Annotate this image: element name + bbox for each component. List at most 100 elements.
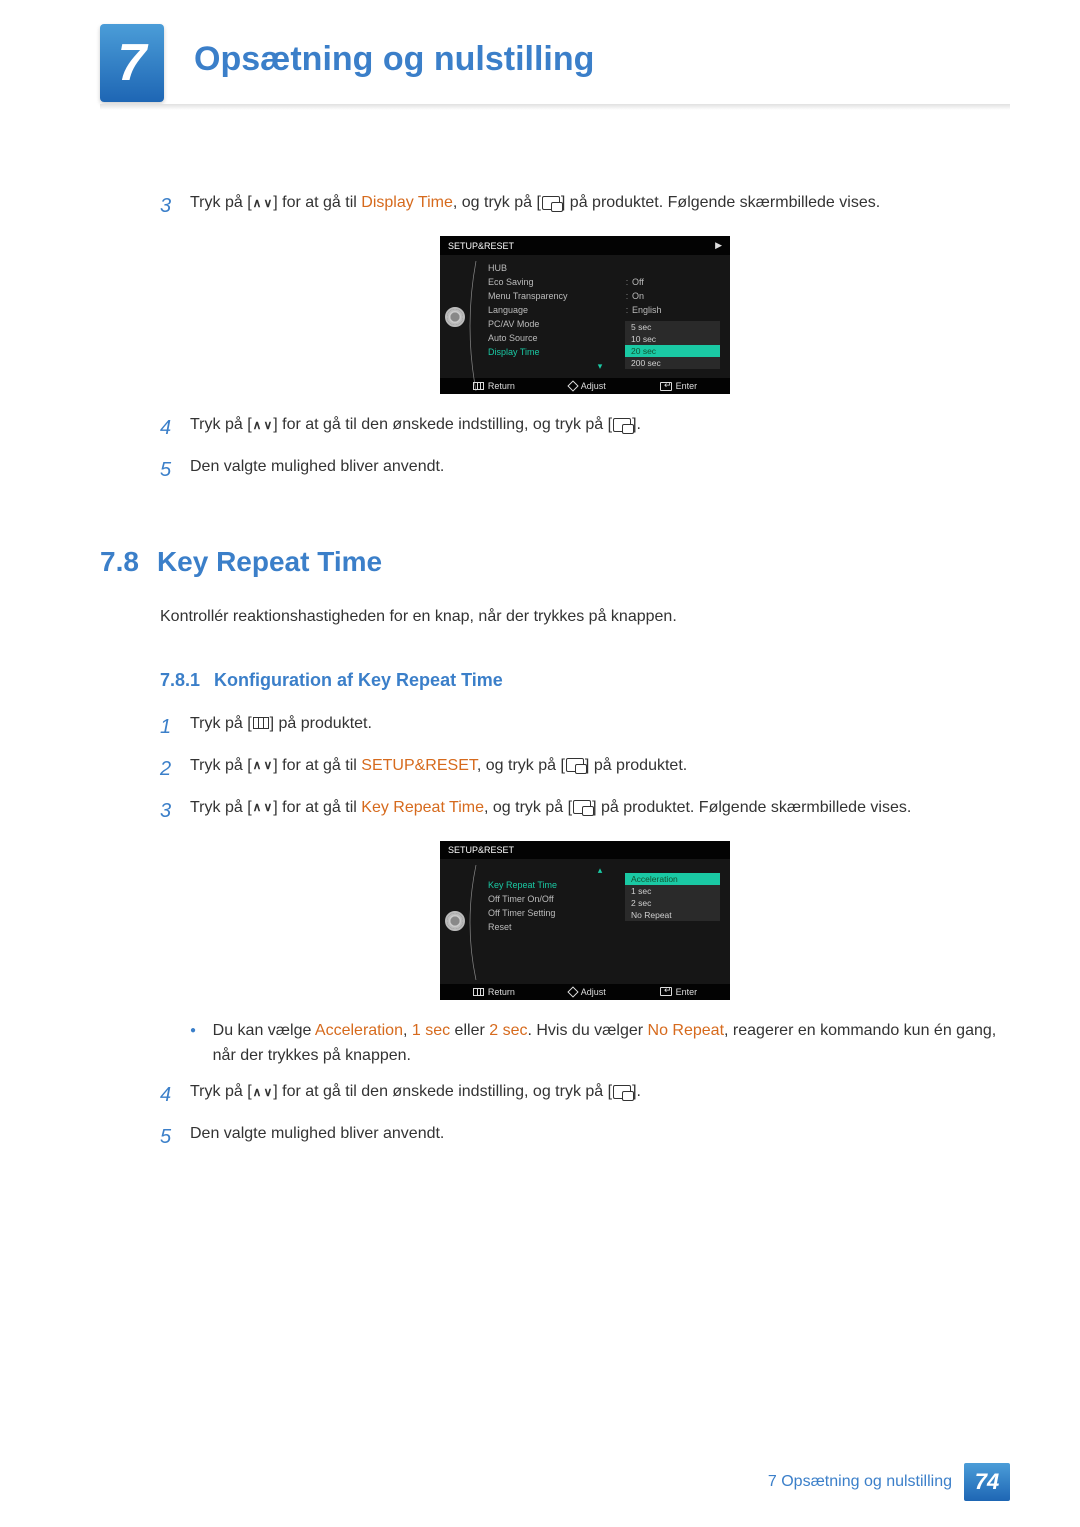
osd-option-1sec: 1 sec [625, 885, 720, 897]
osd-option-10sec: 10 sec [625, 333, 720, 345]
step-text: ] på produktet. Følgende skærmbillede vi… [561, 194, 880, 211]
step-number: 4 [160, 412, 190, 444]
sub-step-3: 3 Tryk på [∧∨] for at gå til Key Repeat … [160, 795, 1010, 827]
osd-option-5sec: 5 sec [625, 321, 720, 333]
bullet-fragment: . Hvis du vælger [527, 1022, 647, 1039]
step-text: ] for at gå til den ønskede indstilling,… [273, 1083, 612, 1100]
highlight-display-time: Display Time [361, 194, 453, 211]
sub-step-4: 4 Tryk på [∧∨] for at gå til den ønskede… [160, 1079, 1010, 1111]
step-text: ] på produktet. Følgende skærmbillede vi… [592, 799, 911, 816]
enter-icon [660, 987, 672, 996]
osd-row-hub: HUB [478, 261, 722, 275]
step-text: , og tryk på [ [453, 194, 541, 211]
highlight-2sec: 2 sec [489, 1022, 527, 1039]
osd-option-acceleration: Acceleration [625, 873, 720, 885]
footer-chapter-title: 7 Opsætning og nulstilling [768, 1473, 952, 1491]
osd-body: HUB Eco Saving:Off Menu Transparency:On … [440, 255, 730, 378]
highlight-key-repeat-time: Key Repeat Time [361, 799, 484, 816]
step-text: , og tryk på [ [477, 757, 565, 774]
chapter-title: Opsætning og nulstilling [194, 40, 594, 79]
osd-value: On [632, 291, 722, 301]
step-body: Tryk på [∧∨] for at gå til Display Time,… [190, 190, 1010, 222]
gear-icon [445, 307, 465, 327]
osd-label: PC/AV Mode [488, 319, 622, 329]
up-down-icon: ∧∨ [253, 1086, 273, 1098]
osd-footer-label: Adjust [581, 381, 606, 391]
osd-option-2sec: 2 sec [625, 897, 720, 909]
osd-sidebar [440, 255, 470, 378]
highlight-setup-reset: SETUP&RESET [361, 757, 477, 774]
enter-box-icon [613, 1085, 631, 1099]
osd-label: Display Time [488, 347, 622, 357]
bullet-dot-icon: ● [190, 1018, 213, 1069]
osd-dropdown: Acceleration 1 sec 2 sec No Repeat [625, 873, 720, 921]
page-content: 3 Tryk på [∧∨] for at gå til Display Tim… [160, 190, 1010, 1163]
step-text: Tryk på [ [190, 757, 252, 774]
bullet-note: ● Du kan vælge Acceleration, 1 sec eller… [190, 1018, 1010, 1069]
osd-footer: Return Adjust Enter [440, 378, 730, 394]
step-body: Tryk på [∧∨] for at gå til Key Repeat Ti… [190, 795, 1010, 827]
highlight-1sec: 1 sec [412, 1022, 450, 1039]
osd-footer-label: Return [488, 987, 515, 997]
osd-sidebar [440, 859, 470, 984]
step-text: ] for at gå til [273, 757, 361, 774]
menu-icon [473, 382, 484, 390]
osd-label: Auto Source [488, 333, 622, 343]
step-body: Tryk på [∧∨] for at gå til den ønskede i… [190, 1079, 1010, 1111]
osd-label: Key Repeat Time [488, 880, 622, 890]
step-text: Tryk på [ [190, 799, 252, 816]
step-number: 2 [160, 753, 190, 785]
osd-row-lang: Language:English [478, 303, 722, 317]
osd-footer-adjust: Adjust [569, 381, 606, 391]
menu-icon [253, 717, 269, 729]
step-body: Den valgte mulighed bliver anvendt. [190, 1121, 1010, 1153]
osd-footer: Return Adjust Enter [440, 984, 730, 1000]
osd-row-reset: Reset [478, 920, 722, 934]
osd-footer-label: Return [488, 381, 515, 391]
step-body: Tryk på [] på produktet. [190, 711, 1010, 743]
osd-value: English [632, 305, 722, 315]
bullet-fragment: Du kan vælge [213, 1022, 315, 1039]
osd-dropdown: 5 sec 10 sec 20 sec 200 sec [625, 321, 720, 369]
step-number: 3 [160, 795, 190, 827]
osd-sep: : [622, 291, 632, 301]
up-down-icon: ∧∨ [253, 759, 273, 771]
step-text: , og tryk på [ [484, 799, 572, 816]
osd-option-norepeat: No Repeat [625, 909, 720, 921]
osd-label: HUB [488, 263, 622, 273]
step-text: Tryk på [ [190, 715, 252, 732]
osd-body: ▴ Key Repeat Time: Off Timer On/Off: Off… [440, 859, 730, 984]
osd-setup-reset-2: SETUP&RESET ▴ Key Repeat Time: Off Timer… [440, 841, 730, 1000]
step-number: 3 [160, 190, 190, 222]
bullet-fragment: eller [450, 1022, 489, 1039]
step-text: Tryk på [ [190, 194, 252, 211]
step-text: Tryk på [ [190, 1083, 252, 1100]
osd-main: ▴ Key Repeat Time: Off Timer On/Off: Off… [470, 859, 730, 984]
section-7-8-heading: 7.8 Key Repeat Time [100, 546, 1010, 578]
osd-header: SETUP&RESET ▶ [440, 236, 730, 255]
enter-box-icon [566, 758, 584, 772]
header-underline [100, 104, 1010, 110]
subsection-title: Konfiguration af Key Repeat Time [214, 670, 503, 690]
section-intro: Kontrollér reaktionshastigheden for en k… [160, 604, 1010, 630]
osd-label: Off Timer On/Off [488, 894, 622, 904]
osd-footer-label: Adjust [581, 987, 606, 997]
osd-label: Off Timer Setting [488, 908, 622, 918]
highlight-acceleration: Acceleration [315, 1022, 403, 1039]
step-number: 5 [160, 454, 190, 486]
step-number: 5 [160, 1121, 190, 1153]
step-5: 5 Den valgte mulighed bliver anvendt. [160, 454, 1010, 486]
osd-label: Menu Transparency [488, 291, 622, 301]
menu-icon [473, 988, 484, 996]
subsection-number: 7.8.1 [160, 670, 200, 690]
osd-label: Eco Saving [488, 277, 622, 287]
section-number: 7.8 [100, 546, 139, 578]
enter-icon [660, 382, 672, 391]
osd-label: Reset [488, 922, 622, 932]
osd-label: Language [488, 305, 622, 315]
subsection-7-8-1-heading: 7.8.1 Konfiguration af Key Repeat Time [160, 670, 1010, 691]
osd-main: HUB Eco Saving:Off Menu Transparency:On … [470, 255, 730, 378]
osd-footer-return: Return [473, 987, 515, 997]
enter-box-icon [542, 196, 560, 210]
osd-footer-enter: Enter [660, 381, 698, 391]
